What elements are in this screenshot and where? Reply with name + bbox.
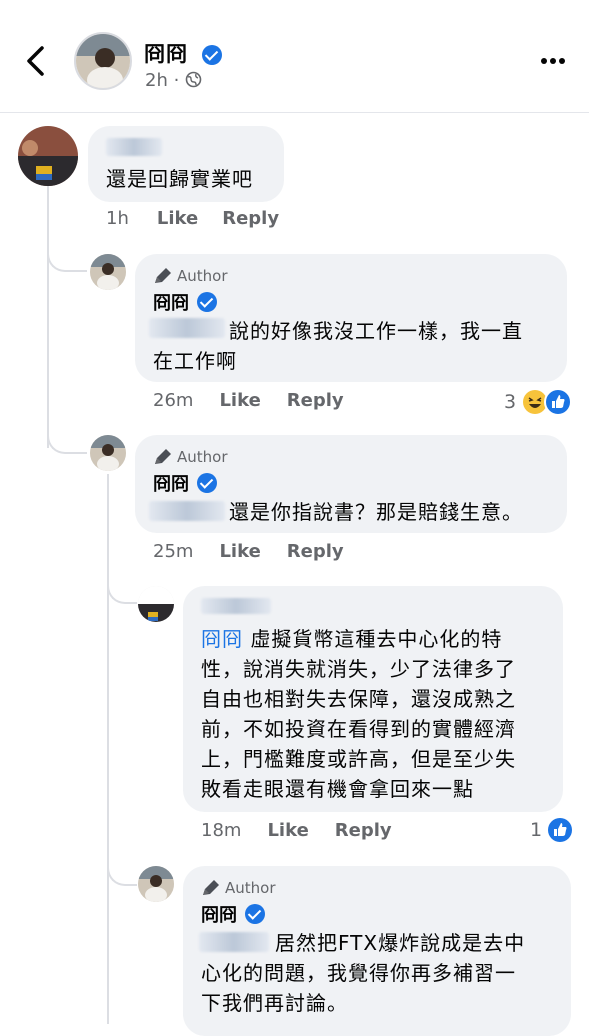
author-name[interactable]: 冏冏 bbox=[153, 470, 217, 496]
author-tag-text: Author bbox=[177, 448, 228, 466]
mention-link[interactable]: 冏冏 bbox=[201, 627, 243, 651]
verified-badge-icon bbox=[197, 473, 217, 493]
reply-text-line-2: 性，說消失就消失，少了法律多了 bbox=[201, 657, 516, 681]
reply-actions: 18m Like Reply bbox=[201, 820, 392, 841]
comment-actions: 1h Like Reply bbox=[106, 208, 279, 229]
author-name-text: 冏冏 bbox=[153, 293, 189, 314]
post-time[interactable]: 2h · bbox=[145, 70, 202, 91]
pencil-icon bbox=[155, 268, 171, 283]
more-options-icon[interactable] bbox=[540, 56, 566, 66]
reply-bubble[interactable]: Author 冏冏 還是你指說書？那是賠錢生意。 bbox=[135, 435, 567, 533]
author-tag: Author bbox=[153, 267, 228, 285]
thread-line-branch-3 bbox=[107, 572, 137, 604]
reply-time[interactable]: 26m bbox=[153, 390, 193, 411]
author-avatar[interactable] bbox=[90, 254, 126, 290]
commenter-avatar[interactable] bbox=[138, 586, 174, 622]
like-button[interactable]: Like bbox=[219, 390, 260, 411]
reply-button[interactable]: Reply bbox=[222, 208, 279, 229]
comment-time[interactable]: 1h bbox=[106, 208, 129, 229]
verified-badge-icon bbox=[202, 45, 223, 65]
comment-bubble[interactable]: 還是回歸實業吧 bbox=[88, 126, 284, 202]
like-button[interactable]: Like bbox=[219, 541, 260, 562]
reaction-summary[interactable]: 1 bbox=[530, 818, 573, 842]
reply-bubble[interactable]: 冏冏 虛擬貨幣這種去中心化的特 性，說消失就消失，少了法律多了 自由也相對失去保… bbox=[183, 586, 563, 812]
thread-line-branch-1 bbox=[47, 240, 87, 272]
reply-text: 還是你指說書？那是賠錢生意。 bbox=[229, 500, 523, 524]
author-avatar[interactable] bbox=[90, 435, 126, 471]
reply-text-line-4: 前，不如投資在看得到的實體經濟 bbox=[201, 717, 516, 741]
reply-actions: 25m Like Reply bbox=[153, 541, 344, 562]
reply-button[interactable]: Reply bbox=[287, 390, 344, 411]
thread-line-sub bbox=[107, 474, 109, 1024]
redacted-name bbox=[201, 598, 271, 614]
like-button[interactable]: Like bbox=[267, 820, 308, 841]
reply-text-line-2: 心化的問題，我覺得你再多補習一 bbox=[201, 961, 516, 985]
redacted-mention bbox=[149, 318, 225, 338]
verified-badge-icon bbox=[245, 904, 265, 924]
redacted-mention bbox=[199, 932, 269, 952]
author-tag-text: Author bbox=[177, 267, 228, 285]
author-tag: Author bbox=[201, 879, 276, 897]
reply-bubble[interactable]: Author 冏冏 說的好像我沒工作一樣，我一直 在工作啊 bbox=[135, 254, 567, 382]
like-button[interactable]: Like bbox=[157, 208, 198, 229]
reply-time[interactable]: 25m bbox=[153, 541, 193, 562]
author-tag-text: Author bbox=[225, 879, 276, 897]
pencil-icon bbox=[155, 449, 171, 464]
reply-button[interactable]: Reply bbox=[287, 541, 344, 562]
like-reaction-icon bbox=[544, 388, 573, 416]
like-reaction-icon bbox=[548, 818, 573, 842]
page-name-text: 冏冏 bbox=[144, 42, 188, 66]
author-name-text: 冏冏 bbox=[153, 474, 189, 495]
thread-line-branch-4 bbox=[107, 852, 137, 886]
post-header: 冏冏 2h · bbox=[0, 0, 589, 113]
reply-text-line-3: 下我們再討論。 bbox=[201, 991, 348, 1015]
reply-text-line-1: 冏冏 虛擬貨幣這種去中心化的特 bbox=[201, 624, 502, 654]
reply-text-line-1: 說的好像我沒工作一樣，我一直 bbox=[229, 319, 523, 343]
author-tag: Author bbox=[153, 448, 228, 466]
page-name[interactable]: 冏冏 bbox=[144, 38, 223, 68]
reply-time[interactable]: 18m bbox=[201, 820, 241, 841]
back-arrow-icon[interactable] bbox=[22, 44, 50, 78]
author-avatar[interactable] bbox=[138, 866, 174, 902]
reaction-count: 3 bbox=[504, 391, 517, 413]
redacted-mention bbox=[149, 501, 225, 521]
page-avatar[interactable] bbox=[74, 32, 132, 90]
time-separator: · bbox=[173, 70, 180, 91]
redacted-name bbox=[106, 138, 162, 156]
reply-text-line-3: 自由也相對失去保障，還沒成熟之 bbox=[201, 687, 516, 711]
commenter-avatar[interactable] bbox=[18, 126, 78, 186]
globe-icon bbox=[185, 71, 202, 88]
author-name[interactable]: 冏冏 bbox=[201, 901, 265, 927]
author-name[interactable]: 冏冏 bbox=[153, 289, 217, 315]
reply-bubble[interactable]: Author 冏冏 居然把FTX爆炸說成是去中 心化的問題，我覺得你再多補習一 … bbox=[183, 866, 571, 1036]
author-name-text: 冏冏 bbox=[201, 905, 237, 926]
reaction-count: 1 bbox=[530, 819, 543, 841]
reply-text-line-5: 上，門檻難度或許高，但是至少失 bbox=[201, 747, 516, 771]
reply-text-line-1-body: 虛擬貨幣這種去中心化的特 bbox=[250, 627, 503, 651]
verified-badge-icon bbox=[197, 292, 217, 312]
reaction-summary[interactable]: 3 bbox=[504, 388, 573, 416]
post-time-text: 2h bbox=[145, 70, 168, 91]
comment-text: 還是回歸實業吧 bbox=[106, 167, 253, 191]
thread-line-main bbox=[47, 186, 49, 448]
reply-text-line-2: 在工作啊 bbox=[153, 349, 237, 373]
reply-actions: 26m Like Reply bbox=[153, 390, 344, 411]
reply-text-line-1: 居然把FTX爆炸說成是去中 bbox=[275, 931, 526, 955]
thread-line-branch-2 bbox=[47, 420, 87, 454]
reply-text-line-6: 敗看走眼還有機會拿回來一點 bbox=[201, 777, 474, 801]
pencil-icon bbox=[203, 880, 219, 895]
reply-button[interactable]: Reply bbox=[335, 820, 392, 841]
